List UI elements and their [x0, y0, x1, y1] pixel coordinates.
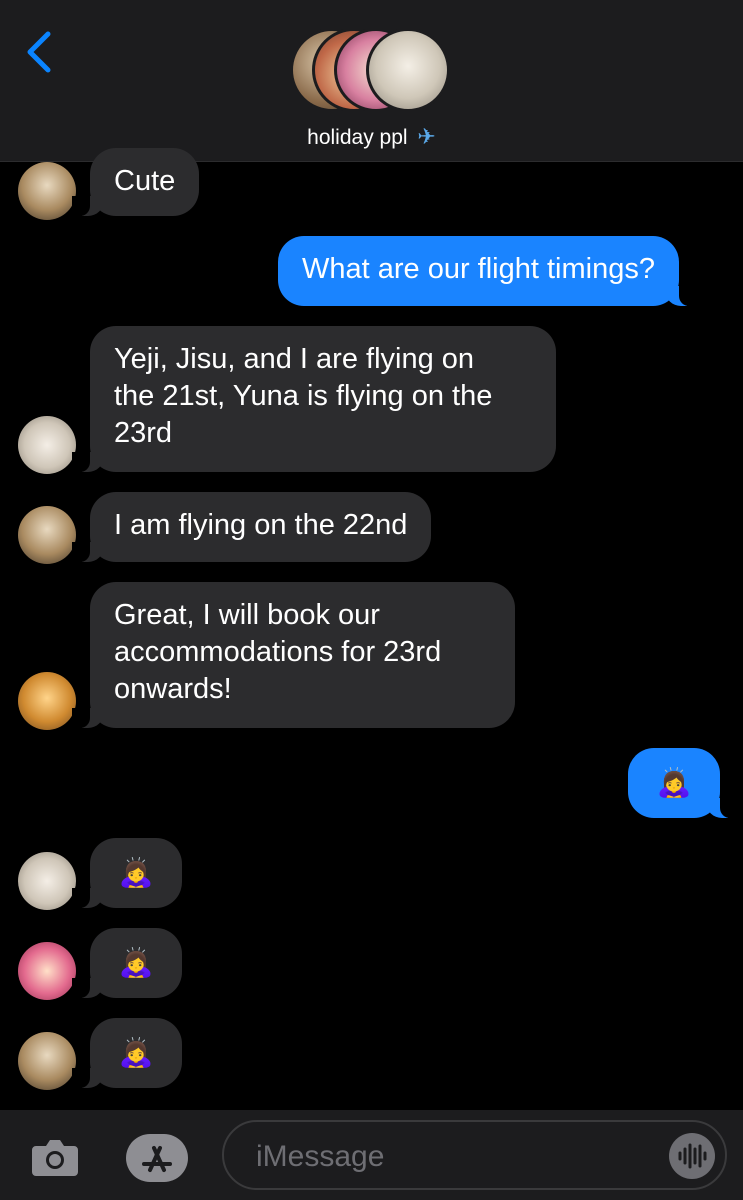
sender-avatar[interactable] [18, 416, 76, 474]
camera-icon[interactable] [30, 1134, 80, 1178]
conversation-header: holiday ppl ✈ [0, 0, 743, 162]
message-bubble[interactable]: Yeji, Jisu, and I are flying on the 21st… [72, 326, 556, 472]
group-member-avatar [366, 28, 450, 112]
sender-avatar[interactable] [18, 942, 76, 1000]
sender-avatar[interactable] [18, 852, 76, 910]
message-bubble[interactable]: Great, I will book our accommodations fo… [72, 582, 515, 728]
message-bubble[interactable]: What are our flight timings? [278, 236, 697, 306]
input-placeholder: iMessage [256, 1140, 385, 1173]
group-title[interactable]: holiday ppl ✈ [0, 124, 743, 150]
message-input-bar: iMessage [0, 1110, 743, 1200]
sender-avatar[interactable] [18, 162, 76, 220]
sender-avatar[interactable] [18, 506, 76, 564]
emoji-message-bubble[interactable]: 🙇‍♀️ [72, 1018, 182, 1088]
emoji-message-bubble[interactable]: 🙇‍♀️ [628, 748, 738, 818]
back-chevron-icon[interactable] [22, 30, 58, 74]
group-name: holiday ppl [307, 126, 408, 149]
message-bubble[interactable]: Cute [71, 148, 200, 216]
airplane-icon: ✈ [417, 124, 436, 149]
imessage-input[interactable]: iMessage [222, 1120, 727, 1190]
audio-waveform-icon[interactable] [669, 1133, 715, 1179]
message-bubble[interactable]: I am flying on the 22nd [71, 492, 432, 562]
app-store-icon[interactable] [126, 1134, 188, 1182]
sender-avatar[interactable] [18, 1032, 76, 1090]
group-avatar-stack[interactable] [290, 28, 460, 112]
emoji-message-bubble[interactable]: 🙇‍♀️ [72, 928, 182, 998]
emoji-message-bubble[interactable]: 🙇‍♀️ [72, 838, 182, 908]
sender-avatar[interactable] [18, 672, 76, 730]
